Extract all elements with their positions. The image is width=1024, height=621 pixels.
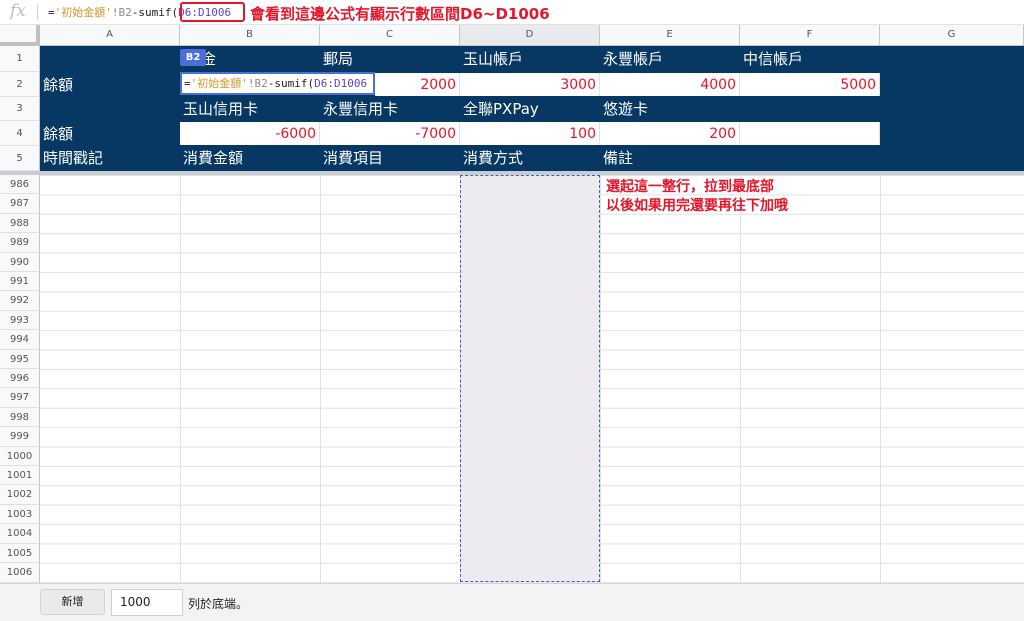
column-header-c[interactable]: C	[320, 25, 460, 46]
grid-line	[880, 175, 881, 583]
cell-f2[interactable]: 5000	[740, 73, 880, 96]
row-header-4[interactable]: 4	[0, 121, 40, 146]
cell-a5[interactable]: 時間戳記	[40, 146, 103, 170]
row-header[interactable]: 1002	[0, 485, 40, 505]
cell-d4[interactable]: 100	[460, 122, 600, 145]
cell-d1[interactable]: 玉山帳戶	[460, 47, 523, 71]
grid-line	[320, 175, 321, 583]
b2-sheet-name: '初始金額'	[190, 77, 248, 90]
select-all-corner[interactable]	[0, 25, 40, 46]
row-header[interactable]: 1001	[0, 466, 40, 486]
cell-d3[interactable]: 全聯PXPay	[460, 97, 539, 121]
formula-cell-ref: !B2	[111, 6, 132, 19]
cell-e2[interactable]: 4000	[600, 73, 740, 96]
cell-b5[interactable]: 消費金額	[180, 146, 243, 170]
cell-f4[interactable]	[740, 122, 880, 145]
formula-annotation: 會看到這邊公式有顯示行數區間D6~D1006	[250, 5, 550, 23]
cell-e1[interactable]: 永豐帳戶	[600, 47, 663, 71]
annotation-line-2: 以後如果用完還要再往下加哦	[606, 198, 788, 214]
formula-function: -sumif(	[131, 6, 179, 19]
cell-d2[interactable]: 3000	[460, 73, 600, 96]
rows-at-bottom-label: 列於底端。	[188, 597, 249, 611]
cell-c4[interactable]: -7000	[320, 122, 460, 145]
row-header[interactable]: 993	[0, 310, 40, 331]
row-header[interactable]: 986	[0, 175, 40, 195]
cell-b4[interactable]: -6000	[180, 122, 320, 145]
row-header[interactable]: 996	[0, 369, 40, 389]
cell-d5[interactable]: 消費方式	[460, 146, 523, 170]
column-header-e[interactable]: E	[600, 25, 740, 46]
row-header[interactable]: 998	[0, 407, 40, 428]
cell-c5[interactable]: 消費項目	[320, 146, 383, 170]
row-header[interactable]: 991	[0, 272, 40, 292]
cell-c3[interactable]: 永豐信用卡	[320, 97, 398, 121]
column-header-d[interactable]: D	[460, 25, 600, 46]
row-header-3[interactable]: 3	[0, 97, 40, 121]
column-header-g[interactable]: G	[880, 25, 1024, 46]
b2-cell-ref: !B2	[247, 77, 268, 90]
cell-e3[interactable]: 悠遊卡	[600, 97, 648, 121]
add-rows-footer: 新增 1000 列於底端。	[0, 583, 1024, 621]
grid-line	[180, 175, 181, 583]
cell-e4[interactable]: 200	[600, 122, 740, 145]
row-header[interactable]: 992	[0, 291, 40, 311]
range-highlight-box	[180, 2, 245, 22]
row-header[interactable]: 1006	[0, 563, 40, 583]
cell-f1[interactable]: 中信帳戶	[740, 47, 803, 71]
cell-c1[interactable]: 郵局	[320, 47, 353, 71]
cell-b2-editor[interactable]: ='初始金額'!B2-sumif(D6:D1006	[180, 72, 375, 95]
cell-a4[interactable]: 餘額	[40, 122, 73, 146]
row-header[interactable]: 1005	[0, 543, 40, 563]
b2-eq: =	[184, 77, 191, 90]
row-header-5[interactable]: 5	[0, 146, 40, 171]
row-header[interactable]: 990	[0, 252, 40, 272]
row-header[interactable]: 995	[0, 349, 40, 369]
active-cell-tag: B2	[180, 49, 206, 66]
row-header[interactable]: 1003	[0, 504, 40, 525]
instruction-annotation: 選起這一整行，拉到最底部 以後如果用完還要再往下加哦	[606, 178, 788, 216]
annotation-line-1: 選起這一整行，拉到最底部	[606, 179, 774, 195]
b2-function: -sumif(	[267, 77, 315, 90]
formula-sheet-name: '初始金額'	[54, 6, 112, 19]
formula-divider	[37, 5, 38, 20]
formula-bar: fx ='初始金額'!B2-sumif(D6:D1006 會看到這邊公式有顯示行…	[0, 0, 1024, 25]
column-header-a[interactable]: A	[40, 25, 180, 46]
b2-range: D6:D1006	[314, 77, 368, 90]
row-header[interactable]: 987	[0, 194, 40, 214]
row-header[interactable]: 994	[0, 330, 40, 350]
cell-a2[interactable]: 餘額	[40, 73, 73, 97]
row-header[interactable]: 989	[0, 233, 40, 253]
grid-line	[600, 175, 601, 583]
row-header[interactable]: 999	[0, 427, 40, 447]
grid-line	[740, 175, 741, 583]
row-header[interactable]: 997	[0, 388, 40, 408]
cell-e5[interactable]: 備註	[600, 146, 633, 170]
formula-eq: =	[48, 6, 55, 19]
row-count-input[interactable]: 1000	[111, 589, 183, 616]
row-header-1[interactable]: 1	[0, 46, 40, 72]
column-header-f[interactable]: F	[740, 25, 880, 46]
cell-c2[interactable]: 2000	[375, 73, 460, 96]
row-header-2[interactable]: 2	[0, 72, 40, 97]
row-header[interactable]: 1000	[0, 446, 40, 466]
row-header[interactable]: 1004	[0, 524, 40, 544]
column-header-b[interactable]: B	[180, 25, 320, 46]
fx-icon: fx	[10, 1, 26, 21]
cell-b3[interactable]: 玉山信用卡	[180, 97, 258, 121]
add-rows-button[interactable]: 新增	[40, 589, 105, 615]
row-header[interactable]: 988	[0, 213, 40, 234]
selected-column-d-range[interactable]	[460, 175, 600, 582]
